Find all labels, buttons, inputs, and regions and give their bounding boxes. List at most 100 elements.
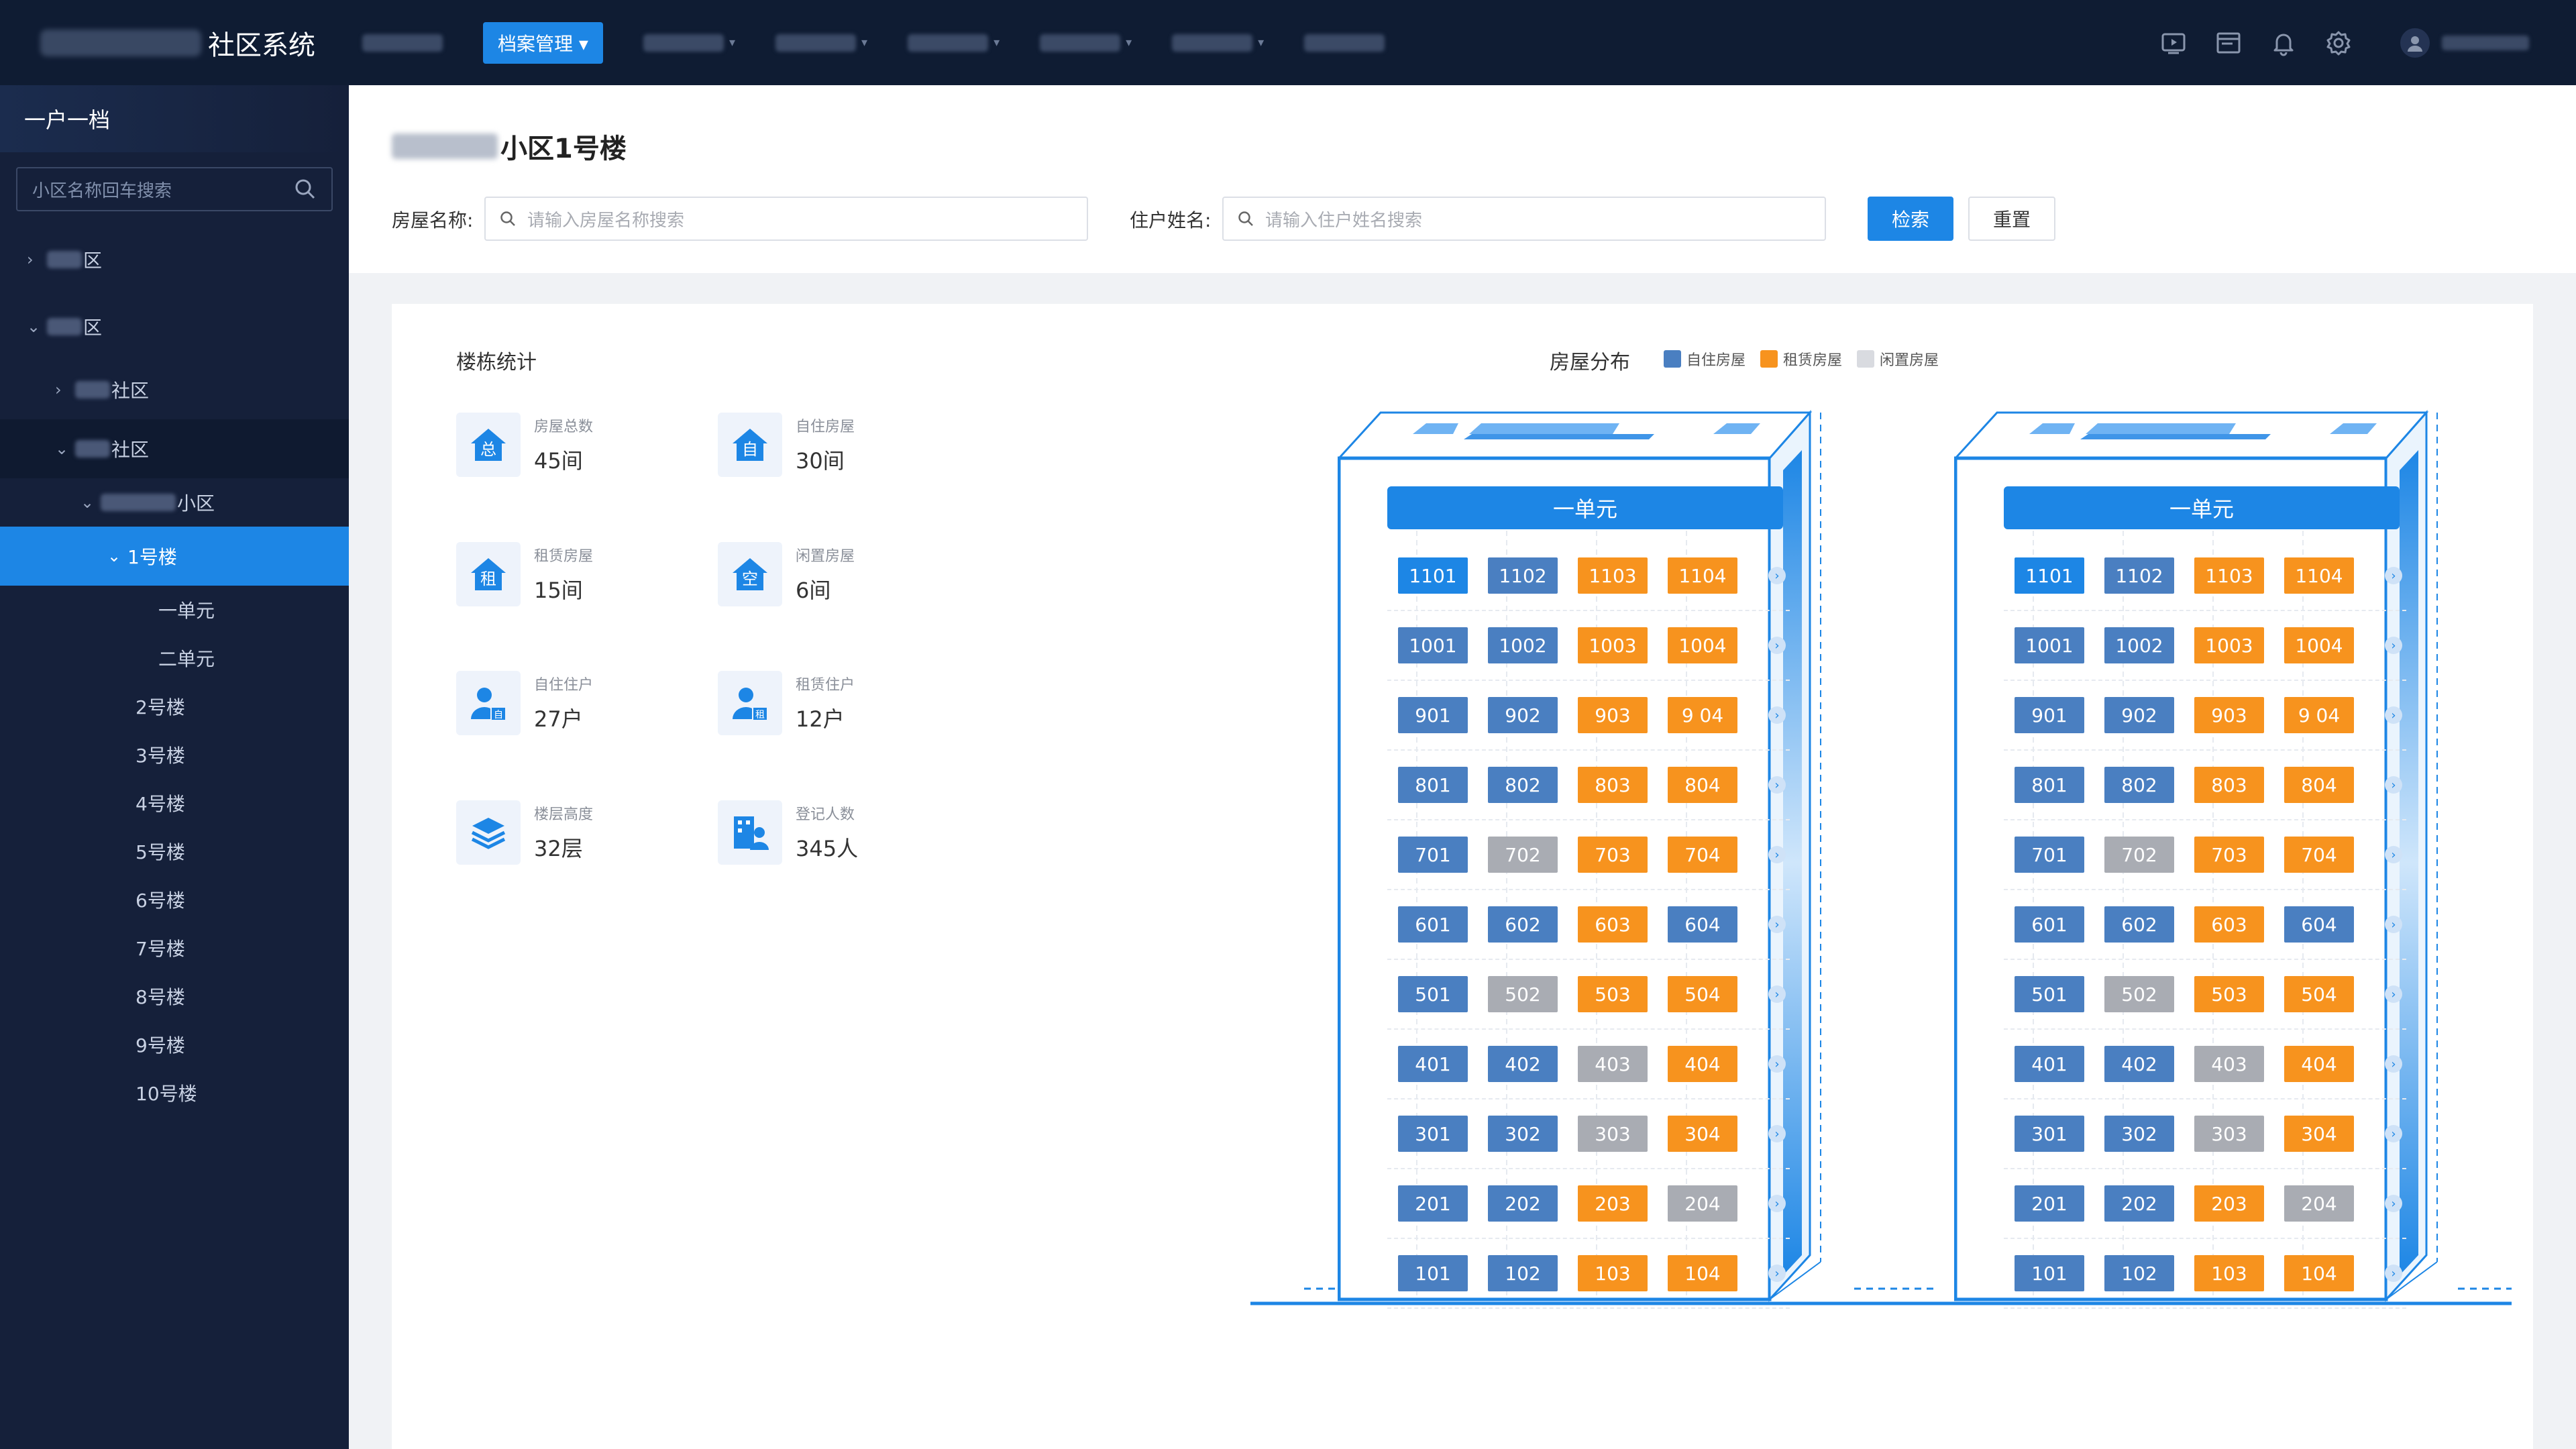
app-brand[interactable]: 社区系统 — [40, 23, 315, 63]
tree-node-building-10[interactable]: 10号楼 — [0, 1069, 349, 1117]
room-button[interactable]: 301 — [1398, 1116, 1468, 1152]
room-button[interactable]: 1103 — [2194, 557, 2264, 594]
tree-node-unit-1[interactable]: 一单元 — [0, 586, 349, 634]
room-button[interactable]: 602 — [2104, 906, 2174, 943]
room-button[interactable]: 304 — [1668, 1116, 1737, 1152]
room-button[interactable]: 102 — [1488, 1255, 1558, 1291]
menu-item-5[interactable]: ▾ — [908, 34, 1000, 52]
room-button[interactable]: 301 — [2015, 1116, 2084, 1152]
room-button[interactable]: 502 — [2104, 976, 2174, 1012]
room-button[interactable]: 702 — [1488, 837, 1558, 873]
room-button[interactable]: 1003 — [1578, 627, 1648, 663]
room-button[interactable]: 503 — [2194, 976, 2264, 1012]
room-button[interactable]: 203 — [2194, 1185, 2264, 1222]
room-button[interactable]: 9 04 — [1668, 697, 1737, 733]
tree-node-building-2[interactable]: 2号楼 — [0, 682, 349, 731]
room-button[interactable]: 1102 — [2104, 557, 2174, 594]
chevron-right-icon[interactable]: › — [1768, 916, 1786, 933]
chevron-right-icon[interactable]: › — [1768, 1265, 1786, 1282]
tree-node-district-2[interactable]: ⌄ 区 — [0, 293, 349, 360]
room-button[interactable]: 701 — [2015, 837, 2084, 873]
menu-item-8[interactable] — [1304, 34, 1385, 52]
room-button[interactable]: 404 — [1668, 1046, 1737, 1082]
room-button[interactable]: 803 — [2194, 767, 2264, 803]
room-button[interactable]: 1004 — [1668, 627, 1737, 663]
room-button[interactable]: 1003 — [2194, 627, 2264, 663]
room-button[interactable]: 302 — [2104, 1116, 2174, 1152]
chevron-right-icon[interactable]: › — [2385, 776, 2402, 794]
room-button[interactable]: 701 — [1398, 837, 1468, 873]
unit-1-button[interactable]: 一单元 — [2004, 486, 2400, 529]
tree-node-building-7[interactable]: 7号楼 — [0, 924, 349, 972]
screen-icon[interactable] — [2215, 30, 2242, 56]
room-button[interactable]: 202 — [2104, 1185, 2174, 1222]
room-button[interactable]: 603 — [2194, 906, 2264, 943]
room-button[interactable]: 804 — [2284, 767, 2354, 803]
room-button[interactable]: 9 04 — [2284, 697, 2354, 733]
chevron-right-icon[interactable]: › — [1768, 567, 1786, 584]
room-button[interactable]: 103 — [1578, 1255, 1648, 1291]
tree-node-unit-2[interactable]: 二单元 — [0, 634, 349, 682]
menu-item-1[interactable] — [362, 34, 443, 52]
sidebar-search-input[interactable]: 小区名称回车搜索 — [16, 167, 333, 211]
room-button[interactable]: 201 — [1398, 1185, 1468, 1222]
room-button[interactable]: 303 — [2194, 1116, 2264, 1152]
room-button[interactable]: 501 — [1398, 976, 1468, 1012]
room-button[interactable]: 1004 — [2284, 627, 2354, 663]
menu-item-6[interactable]: ▾ — [1040, 34, 1132, 52]
menu-item-7[interactable]: ▾ — [1172, 34, 1264, 52]
chevron-right-icon[interactable]: › — [2385, 846, 2402, 863]
room-button[interactable]: 602 — [1488, 906, 1558, 943]
room-button[interactable]: 1104 — [1668, 557, 1737, 594]
unit-1-button[interactable]: 一单元 — [1387, 486, 1783, 529]
room-button[interactable]: 101 — [1398, 1255, 1468, 1291]
room-button[interactable]: 1101 — [1398, 557, 1468, 594]
room-button[interactable]: 402 — [2104, 1046, 2174, 1082]
tree-node-building-8[interactable]: 8号楼 — [0, 972, 349, 1020]
room-button[interactable]: 204 — [2284, 1185, 2354, 1222]
room-button[interactable]: 704 — [1668, 837, 1737, 873]
chevron-right-icon[interactable]: › — [2385, 567, 2402, 584]
chevron-right-icon[interactable]: › — [1768, 1125, 1786, 1142]
room-button[interactable]: 203 — [1578, 1185, 1648, 1222]
room-button[interactable]: 1103 — [1578, 557, 1648, 594]
room-button[interactable]: 803 — [1578, 767, 1648, 803]
search-icon[interactable] — [294, 178, 317, 201]
resident-name-input[interactable]: 请输入住户姓名搜索 — [1222, 197, 1826, 241]
chevron-right-icon[interactable]: › — [2385, 637, 2402, 654]
menu-item-3[interactable]: ▾ — [643, 34, 735, 52]
chevron-right-icon[interactable]: › — [2385, 1265, 2402, 1282]
room-button[interactable]: 902 — [2104, 697, 2174, 733]
tree-node-community-2[interactable]: ⌄ 社区 — [0, 419, 349, 478]
room-button[interactable]: 604 — [2284, 906, 2354, 943]
room-button[interactable]: 1001 — [2015, 627, 2084, 663]
chevron-right-icon[interactable]: › — [1768, 1195, 1786, 1212]
room-button[interactable]: 801 — [2015, 767, 2084, 803]
bell-icon[interactable] — [2270, 30, 2297, 56]
menu-item-4[interactable]: ▾ — [775, 34, 867, 52]
tree-node-building-1[interactable]: ⌄ 1号楼 — [0, 527, 349, 586]
room-button[interactable]: 704 — [2284, 837, 2354, 873]
room-button[interactable]: 502 — [1488, 976, 1558, 1012]
room-button[interactable]: 801 — [1398, 767, 1468, 803]
chevron-right-icon[interactable]: › — [1768, 706, 1786, 724]
room-button[interactable]: 603 — [1578, 906, 1648, 943]
room-button[interactable]: 303 — [1578, 1116, 1648, 1152]
room-button[interactable]: 201 — [2015, 1185, 2084, 1222]
chevron-right-icon[interactable]: › — [1768, 846, 1786, 863]
room-button[interactable]: 601 — [2015, 906, 2084, 943]
room-button[interactable]: 401 — [2015, 1046, 2084, 1082]
house-name-input[interactable]: 请输入房屋名称搜索 — [484, 197, 1088, 241]
room-button[interactable]: 802 — [1488, 767, 1558, 803]
room-button[interactable]: 804 — [1668, 767, 1737, 803]
video-icon[interactable] — [2160, 30, 2187, 56]
chevron-right-icon[interactable]: › — [1768, 776, 1786, 794]
reset-button[interactable]: 重置 — [1968, 197, 2055, 241]
room-button[interactable]: 401 — [1398, 1046, 1468, 1082]
chevron-right-icon[interactable]: › — [2385, 916, 2402, 933]
room-button[interactable]: 404 — [2284, 1046, 2354, 1082]
room-button[interactable]: 104 — [2284, 1255, 2354, 1291]
room-button[interactable]: 601 — [1398, 906, 1468, 943]
room-button[interactable]: 1001 — [1398, 627, 1468, 663]
chevron-right-icon[interactable]: › — [2385, 1055, 2402, 1073]
